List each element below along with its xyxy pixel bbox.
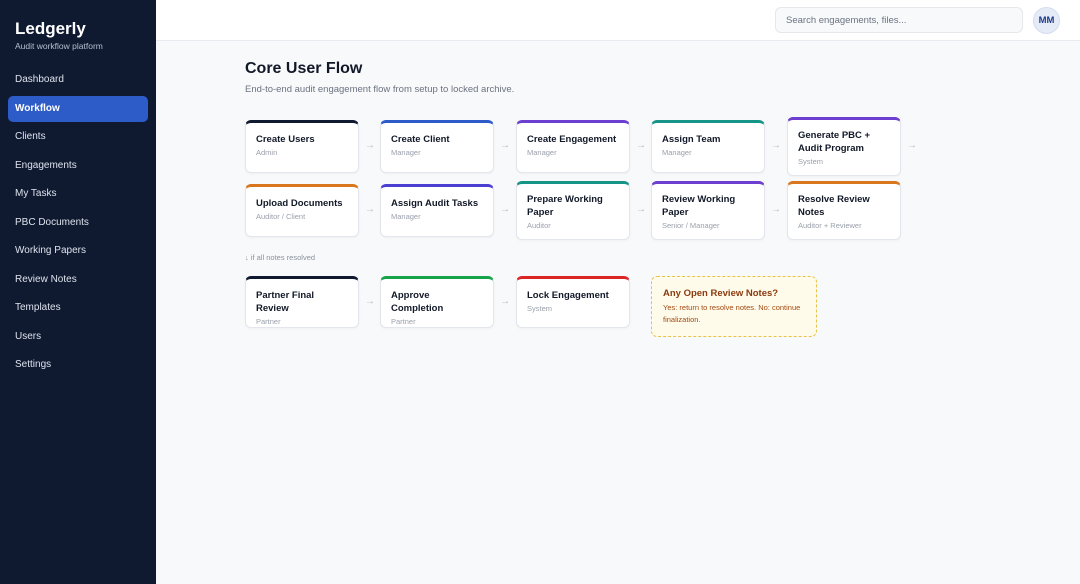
step-title: Lock Engagement	[527, 290, 609, 301]
step-title: Assign Audit Tasks	[391, 198, 479, 209]
step-title: Partner Final Review	[256, 290, 315, 314]
step-role: Manager	[662, 148, 692, 157]
decision-title: Any Open Review Notes?	[663, 288, 779, 299]
sidebar-item-engagements[interactable]: Engagements	[8, 153, 148, 179]
right-arrow-icon: →	[771, 204, 781, 215]
flow-step-review-working-paper[interactable]: Review Working Paper Senior / Manager	[651, 181, 765, 240]
right-arrow-icon: →	[636, 140, 646, 151]
sidebar-item-workflow[interactable]: Workflow	[8, 96, 148, 122]
right-arrow-icon: →	[907, 140, 917, 151]
right-arrow-icon: →	[636, 204, 646, 215]
step-title: Resolve Review Notes	[798, 194, 870, 218]
step-role: Auditor + Reviewer	[798, 221, 862, 230]
step-role: System	[798, 157, 824, 166]
step-role: Manager	[391, 148, 421, 157]
flow-step-assign-audit-tasks[interactable]: Assign Audit Tasks Manager	[380, 184, 494, 237]
step-title: Upload Documents	[256, 198, 343, 209]
right-arrow-icon: →	[500, 296, 510, 307]
app-tagline: Audit workflow platform	[15, 41, 103, 51]
decision-body: Yes: return to resolve notes. No: contin…	[663, 303, 801, 324]
sidebar-item-settings[interactable]: Settings	[8, 352, 148, 378]
sidebar-item-pbc-documents[interactable]: PBC Documents	[8, 210, 148, 236]
step-role: Auditor / Client	[256, 212, 306, 221]
avatar[interactable]: MM	[1033, 7, 1060, 34]
sidebar: Ledgerly Audit workflow platform Dashboa…	[0, 0, 156, 584]
sidebar-item-working-papers[interactable]: Working Papers	[8, 238, 148, 264]
flow-step-create-engagement[interactable]: Create Engagement Manager	[516, 120, 630, 173]
step-title: Create Engagement	[527, 134, 617, 145]
sidebar-item-dashboard[interactable]: Dashboard	[8, 67, 148, 93]
app-brand: Ledgerly	[15, 19, 86, 38]
search-input[interactable]	[775, 7, 1023, 33]
right-arrow-icon: →	[500, 140, 510, 151]
step-role: Senior / Manager	[662, 221, 720, 230]
step-role: System	[527, 304, 553, 313]
page-subtitle: End-to-end audit engagement flow from se…	[245, 84, 515, 95]
flow-step-generate-pbc[interactable]: Generate PBC + Audit Program System	[787, 117, 901, 176]
flow-step-partner-final-review[interactable]: Partner Final Review Partner	[245, 276, 359, 328]
top-bar: MM	[156, 0, 1080, 41]
sidebar-item-my-tasks[interactable]: My Tasks	[8, 181, 148, 207]
step-title: Assign Team	[662, 134, 721, 145]
step-role: Manager	[527, 148, 557, 157]
flow-step-prepare-working-paper[interactable]: Prepare Working Paper Auditor	[516, 181, 630, 240]
step-role: Admin	[256, 148, 278, 157]
page-title: Core User Flow	[245, 60, 363, 77]
step-role: Auditor	[527, 221, 551, 230]
step-title: Review Working Paper	[662, 194, 736, 218]
step-title: Create Users	[256, 134, 315, 145]
branch-note: ↓ if all notes resolved	[245, 253, 316, 262]
step-title: Approve Completion	[391, 290, 444, 314]
flow-step-create-client[interactable]: Create Client Manager	[380, 120, 494, 173]
flow-step-lock-engagement[interactable]: Lock Engagement System	[516, 276, 630, 328]
right-arrow-icon: →	[771, 140, 781, 151]
sidebar-item-users[interactable]: Users	[8, 324, 148, 350]
right-arrow-icon: →	[365, 204, 375, 215]
sidebar-item-templates[interactable]: Templates	[8, 295, 148, 321]
flow-step-create-users[interactable]: Create Users Admin	[245, 120, 359, 173]
flow-step-approve-completion[interactable]: Approve Completion Partner	[380, 276, 494, 328]
flow-step-resolve-review-notes[interactable]: Resolve Review Notes Auditor + Reviewer	[787, 181, 901, 240]
step-role: Partner	[391, 317, 416, 326]
right-arrow-icon: →	[500, 204, 510, 215]
flow-step-upload-documents[interactable]: Upload Documents Auditor / Client	[245, 184, 359, 237]
right-arrow-icon: →	[365, 140, 375, 151]
step-title: Prepare Working Paper	[527, 194, 603, 218]
right-arrow-icon: →	[365, 296, 375, 307]
sidebar-item-review-notes[interactable]: Review Notes	[8, 267, 148, 293]
step-title: Generate PBC + Audit Program	[798, 130, 871, 154]
decision-open-review-notes: Any Open Review Notes? Yes: return to re…	[651, 276, 817, 337]
flow-step-assign-team[interactable]: Assign Team Manager	[651, 120, 765, 173]
step-role: Partner	[256, 317, 281, 326]
step-role: Manager	[391, 212, 421, 221]
step-title: Create Client	[391, 134, 450, 145]
sidebar-item-clients[interactable]: Clients	[8, 124, 148, 150]
